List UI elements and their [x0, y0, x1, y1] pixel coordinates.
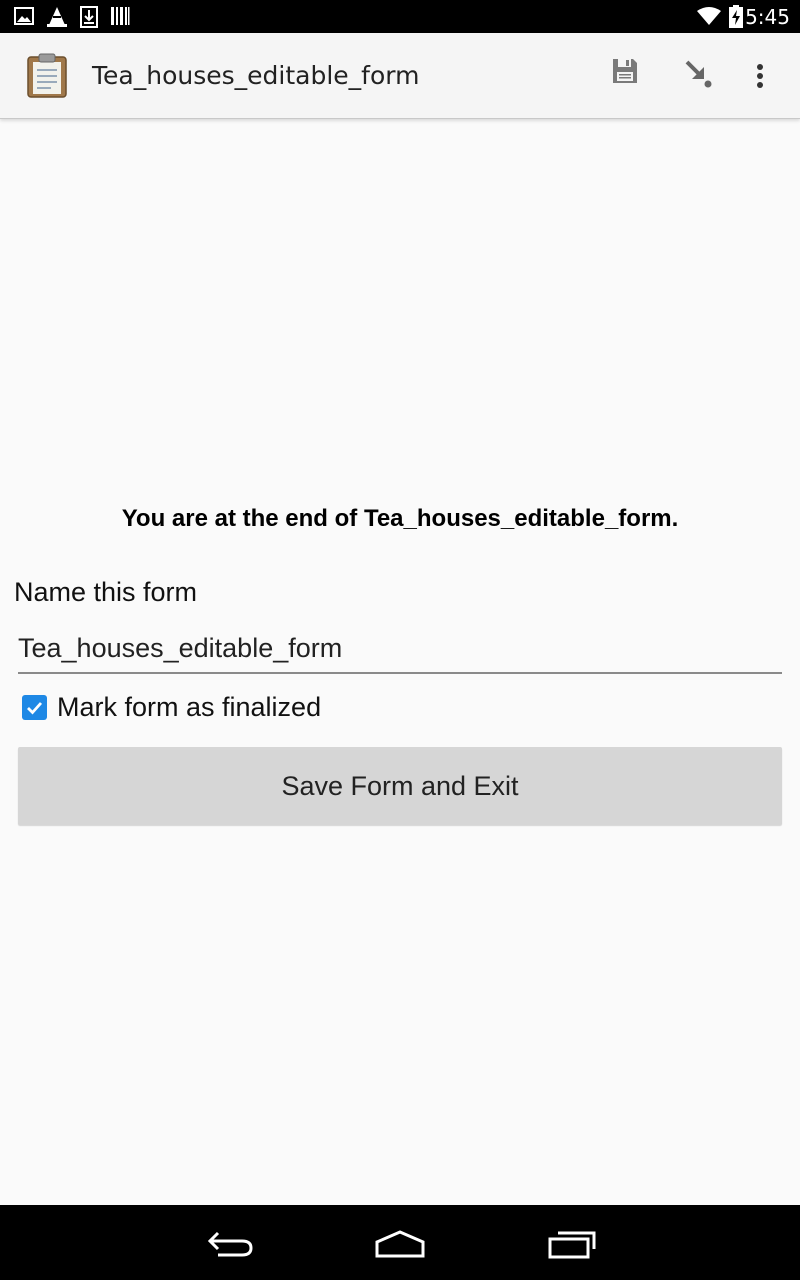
mark-finalized-checkbox[interactable]	[22, 694, 47, 720]
checkmark-icon	[27, 701, 43, 715]
mark-finalized-checkbox-row[interactable]: Mark form as finalized	[22, 690, 321, 724]
end-of-form-message: You are at the end of Tea_houses_editabl…	[121, 505, 679, 532]
status-bar: 5:45	[0, 0, 800, 33]
app-title: Tea_houses_editable_form	[92, 61, 420, 90]
form-name-input[interactable]	[18, 632, 782, 674]
action-bar: Tea_houses_editable_form	[0, 33, 800, 119]
vlc-cone-icon	[47, 7, 67, 27]
goto-icon[interactable]	[684, 59, 714, 89]
mark-finalized-label: Mark form as finalized	[57, 691, 322, 722]
battery-charging-icon	[729, 5, 743, 28]
gallery-icon	[14, 7, 34, 25]
overflow-menu-icon[interactable]	[750, 63, 770, 91]
home-icon[interactable]	[374, 1229, 426, 1259]
save-icon[interactable]	[611, 57, 639, 85]
back-icon[interactable]	[206, 1229, 254, 1259]
wifi-icon	[697, 7, 721, 25]
clock: 5:45	[745, 5, 790, 29]
name-form-label: Name this form	[14, 577, 198, 607]
recents-icon[interactable]	[548, 1231, 596, 1259]
barcode-icon	[111, 7, 130, 25]
download-icon	[80, 6, 98, 28]
clipboard-icon	[27, 53, 67, 98]
save-form-and-exit-button[interactable]: Save Form and Exit	[18, 747, 782, 825]
navigation-bar	[0, 1205, 800, 1280]
